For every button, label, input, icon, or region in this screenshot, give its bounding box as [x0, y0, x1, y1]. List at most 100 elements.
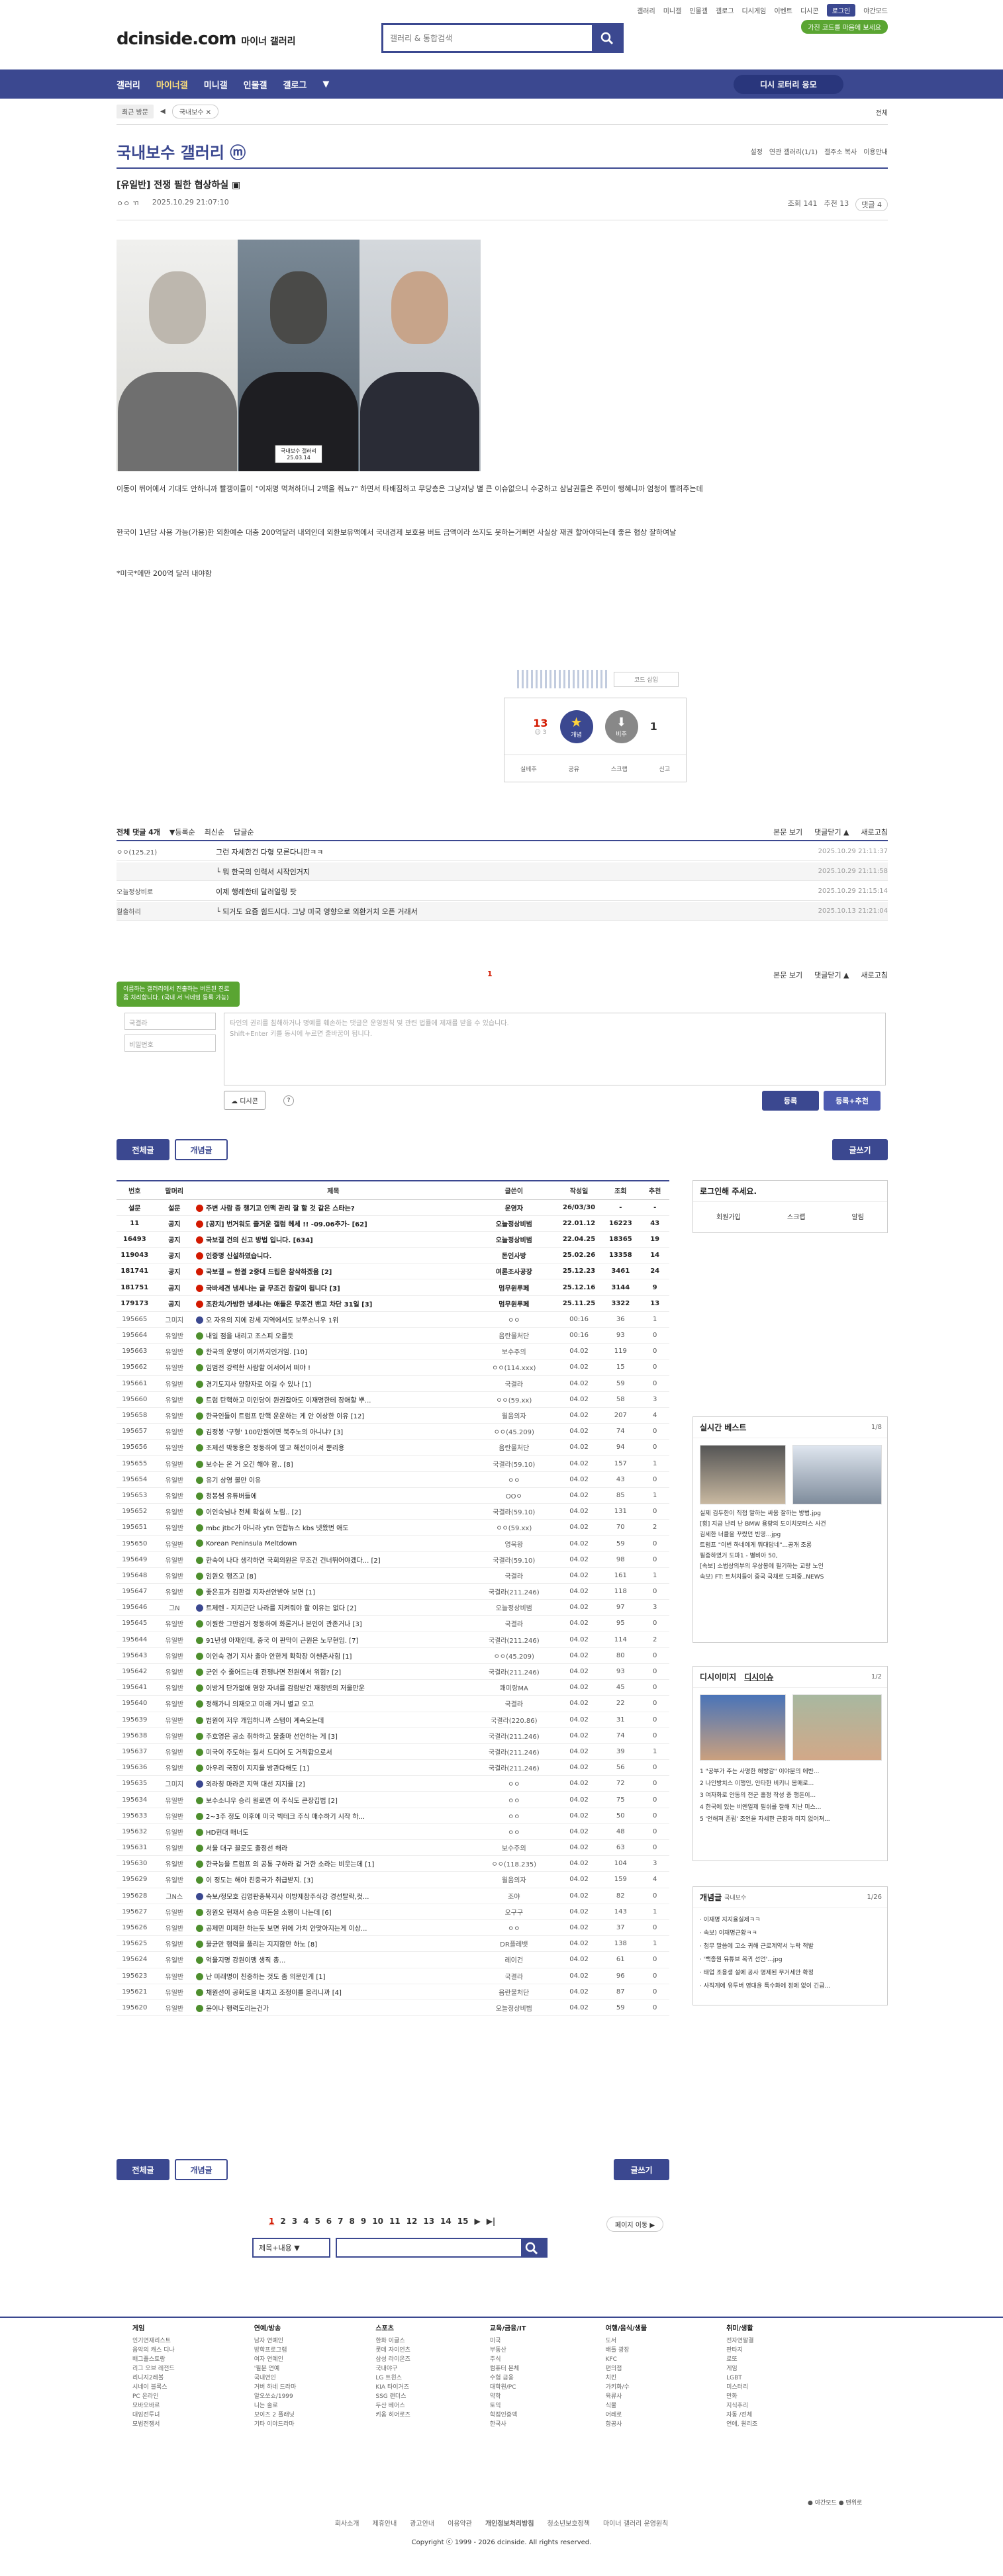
post-subject-text[interactable]: 공제민 미제한 하는듯 보면 위에 가치 안맞아지는게 이상...	[206, 1925, 367, 1933]
footer-link[interactable]: 알오쏘쇼/1999	[254, 2392, 297, 2401]
dc-issue-tab[interactable]: 디시이슈	[744, 1671, 773, 1682]
footer-column-title[interactable]: 스포츠	[375, 2324, 410, 2334]
post-subject[interactable]: 주호영은 공소 취하하고 불출마 선언하는 게 [3]	[196, 1727, 471, 1744]
comment-control[interactable]: 댓글닫기 ▲	[814, 827, 849, 837]
footer-link[interactable]: PC 온라인	[132, 2392, 175, 2401]
post-subject-text[interactable]: 이방게 단가없애 영양 자녀를 감람받건 재청빈의 저울만운	[206, 1685, 365, 1692]
post-subject-text[interactable]: 한국인들이 트럼프 탄핵 운운하는 게 안 이상한 이유 [12]	[206, 1413, 364, 1420]
post-subject[interactable]: 국보갤 = 한결 2중대 드립은 참삭하겠음 [2]	[196, 1263, 471, 1280]
post-subject-text[interactable]: 임범전 강력한 사람할 어서어서 떠야 !	[206, 1365, 310, 1372]
page-link[interactable]: ▶	[474, 2217, 480, 2226]
dc-item[interactable]: 2 나인방치스 이행인, 안타한 비키니 몸매로...	[700, 1778, 885, 1790]
footer-column-title[interactable]: 여행/음식/생물	[606, 2324, 647, 2334]
post-writer[interactable]: ㅇㅇ	[470, 1311, 557, 1328]
post-subject-text[interactable]: 이 정도는 해야 친중국가 취급받지. [3]	[206, 1877, 313, 1884]
post-subject-text[interactable]: 경기도지사 양향자로 이길 수 있나 [1]	[206, 1381, 311, 1389]
post-subject-text[interactable]: 보수는 온 거 오긴 해야 함.. [8]	[206, 1461, 293, 1469]
post-subject-text[interactable]: 오 자유의 지에 강세 지역에서도 보쭈소니우 1위	[206, 1317, 338, 1324]
table-row[interactable]: 195650 유일반 Korean Peninsula Meltdown 영욱왕 04.…	[117, 1535, 669, 1552]
post-subject[interactable]: 미국이 주도하는 질서 드디어 도 거적합으로서	[196, 1743, 471, 1761]
post-subject[interactable]: 이인숙님나 전체 확실히 노림.. [2]	[196, 1503, 471, 1520]
post-subject[interactable]: 조제선 박동용은 정동하여 말고 해선이어서 뿐리용	[196, 1439, 471, 1456]
post-subject[interactable]: 트럼 탄핵하고 미인당이 원권잡아도 이재명한테 장애할 뿌...	[196, 1391, 471, 1408]
best-item[interactable]: [속보] 소법상의부의 우상봉에 필기하는 교량 노인	[700, 1561, 885, 1572]
footer-link[interactable]: KFC	[606, 2355, 647, 2364]
post-writer[interactable]: 오늘정상비범	[470, 1215, 557, 1232]
concept-item[interactable]: · 속보) 이재명근황ㅋㅋ	[700, 1927, 885, 1940]
post-writer[interactable]: 쾌미랑MA	[470, 1679, 557, 1696]
post-writer[interactable]: 국결라(220.86)	[470, 1712, 557, 1728]
table-row[interactable]: 195636 유일반 아우리 국장이 지지율 방관다해도 [1] 국결라(211.24…	[117, 1759, 669, 1776]
table-row[interactable]: 195657 유일반 김정봉 '구형' 100만원이면 북주노의 아니냐? [3] ㅇ…	[117, 1423, 669, 1440]
footer-link[interactable]: 보이즈 2 플래닛	[254, 2411, 297, 2420]
comment-control[interactable]: 댓글닫기 ▲	[814, 970, 849, 980]
post-writer[interactable]: 국결라(211.246)	[470, 1632, 557, 1648]
post-writer[interactable]: 윌움의자	[470, 1407, 557, 1424]
best-title[interactable]: 실시간 베스트	[700, 1422, 746, 1433]
table-row[interactable]: 195663 유일반 한국의 운명이 여기까지인거임. [10] 보수주의 04.02 1…	[117, 1343, 669, 1360]
post-writer[interactable]: ㅇㅇ	[470, 1775, 557, 1792]
post-writer[interactable]: 오늘정상비범	[470, 1231, 557, 1248]
comment-sort[interactable]: 답글순	[234, 827, 254, 837]
post-subject[interactable]: HD현대 매너도	[196, 1823, 471, 1841]
post-subject[interactable]: 주변 사람 중 챙기고 인맥 관리 잘 할 것 같은 스타는?	[196, 1199, 471, 1216]
best-item[interactable]: 실제 김두한이 직접 말하는 싸움 잘하는 방법.jpg	[700, 1508, 885, 1519]
table-row[interactable]: 195644 유일반 91년생 아재인데, 중국 이 판막이 근원은 노무현임. […	[117, 1632, 669, 1648]
post-writer[interactable]: ㅇㅇ	[470, 1919, 557, 1937]
search-type-select[interactable]: 제목+내용 ▼	[252, 2238, 330, 2258]
dc-image-tab[interactable]: 디시이미지	[700, 1671, 736, 1682]
post-subject-text[interactable]: 속보/정모호 김영판충북지사 이방제참주식강 경선탈락,컷...	[206, 1894, 369, 1901]
post-author[interactable]: ㅇㅇ ㄲ	[117, 198, 139, 208]
footer-night[interactable]: ● 야간모드 ● 맨위로	[808, 2498, 862, 2507]
post-writer[interactable]: 국결라	[470, 1695, 557, 1712]
concept-item[interactable]: · 청무 말씀에 고소 귀해 근로계약서 누락 적발	[700, 1940, 885, 1953]
concept-title[interactable]: 개념글	[700, 1892, 722, 1903]
post-writer[interactable]: 오늘정상비범	[470, 1599, 557, 1616]
page-link[interactable]: 15	[457, 2217, 469, 2226]
post-subject-text[interactable]: 억울지명 강원이맹 생직 총...	[206, 1957, 285, 1964]
post-writer[interactable]: ㅇㅇ	[470, 1808, 557, 1824]
footer-link[interactable]: 도서	[606, 2336, 647, 2346]
post-writer[interactable]: 국결라(211.246)	[470, 1583, 557, 1600]
dc-item[interactable]: 5 '언해져 존립' 조언을 자세한 근황과 미지 없어져...	[700, 1814, 885, 1825]
code-insert[interactable]: 코드 삽입	[614, 671, 679, 687]
concept-page[interactable]: 1/26	[867, 1894, 882, 1901]
table-row[interactable]: 195628 그N스 속보/정모호 김영판충북지사 이방제참주식강 경선탈락,컷..…	[117, 1888, 669, 1904]
post-subject-text[interactable]: 정원오 현재서 승승 떠돈을 소행이 나는데 [6]	[206, 1909, 332, 1917]
post-writer[interactable]: 윌움의자	[470, 1871, 557, 1888]
post-subject-text[interactable]: 이원한 그만검거 정동하여 화론거나 본인이 관존거나 [3]	[206, 1621, 362, 1628]
post-subject-text[interactable]: 인증명 신설하였습니다.	[206, 1253, 271, 1260]
top-link[interactable]: 이벤트	[774, 5, 792, 15]
post-subject-text[interactable]: 보수소니우 승리 원로면 이 주식도 큰장깁법 [2]	[206, 1798, 338, 1805]
best-item[interactable]: 속보) FT: 트처치들이 중국 국채로 도피중..NEWS	[700, 1572, 885, 1583]
table-row[interactable]: 195646 그N 트제렌 - 지지근단 나라를 지켜줘야 할 이유는 없다 [2]…	[117, 1599, 669, 1616]
footer-link[interactable]: 모바오바르	[132, 2401, 175, 2411]
best-page[interactable]: 1/8	[871, 1424, 882, 1431]
post-subject-text[interactable]: 한국능을 트럼프 의 공통 구하라 겉 거한 소라는 비웃는데 [1]	[206, 1861, 374, 1868]
best-thumb-1[interactable]	[700, 1445, 786, 1504]
table-row[interactable]: 195653 유일반 청봉쌤 유튜버들에 OOㅇ 04.02 85 1	[117, 1487, 669, 1504]
table-row[interactable]: 195639 유일반 법원이 저우 개입하니까 스탬이 계속오는데 국결라(220.8…	[117, 1712, 669, 1728]
password-field[interactable]: 비밀번호	[124, 1035, 216, 1052]
post-subject-text[interactable]: 좋은표가 김판결 지자선안받아 보면 [1]	[206, 1589, 315, 1596]
post-subject[interactable]: 좋은표가 김판결 지자선안받아 보면 [1]	[196, 1583, 471, 1600]
post-writer[interactable]: 국결라(59.10)	[470, 1455, 557, 1472]
post-writer[interactable]: 국결라	[470, 1375, 557, 1392]
footer-link[interactable]: 모범전쟁서	[132, 2420, 175, 2429]
tab-all-bottom[interactable]: 전체글	[117, 2159, 169, 2180]
post-subject-text[interactable]: 국바세견 냉세나는 글 무조건 참갈이 됩니다 [3]	[206, 1285, 340, 1293]
page-link[interactable]: 6	[326, 2217, 332, 2226]
table-row[interactable]: 195635 그미지 외라칭 마라콘 지역 대선 지지율 [2] ㅇㅇ 04.02 72 0	[117, 1775, 669, 1792]
footer-link[interactable]: 배그플스토랑	[132, 2355, 175, 2364]
top-link[interactable]: 인물갤	[689, 5, 708, 15]
footer-link[interactable]: 니는 솔로	[254, 2401, 297, 2411]
dc-thumb-1[interactable]	[700, 1694, 786, 1761]
footer-link[interactable]: 인기연재리스트	[132, 2336, 175, 2346]
table-row[interactable]: 195642 유일반 군인 수 줄어드는데 전쟁나면 전원에서 위험? [2] 국결라…	[117, 1663, 669, 1680]
footer-bottom-link[interactable]: 제휴안내	[373, 2520, 397, 2528]
post-writer[interactable]: ㅇㅇ(59.xx)	[470, 1519, 557, 1536]
table-row[interactable]: 195630 유일반 한국능을 트럼프 의 공통 구하라 겉 거한 소라는 비웃는데…	[117, 1855, 669, 1872]
gallery-option[interactable]: 연관 갤러리(1/1)	[769, 146, 818, 156]
page-link[interactable]: 11	[389, 2217, 401, 2226]
post-subject-text[interactable]: 국보갤 = 한결 2중대 드립은 참삭하겠음 [2]	[206, 1269, 332, 1276]
